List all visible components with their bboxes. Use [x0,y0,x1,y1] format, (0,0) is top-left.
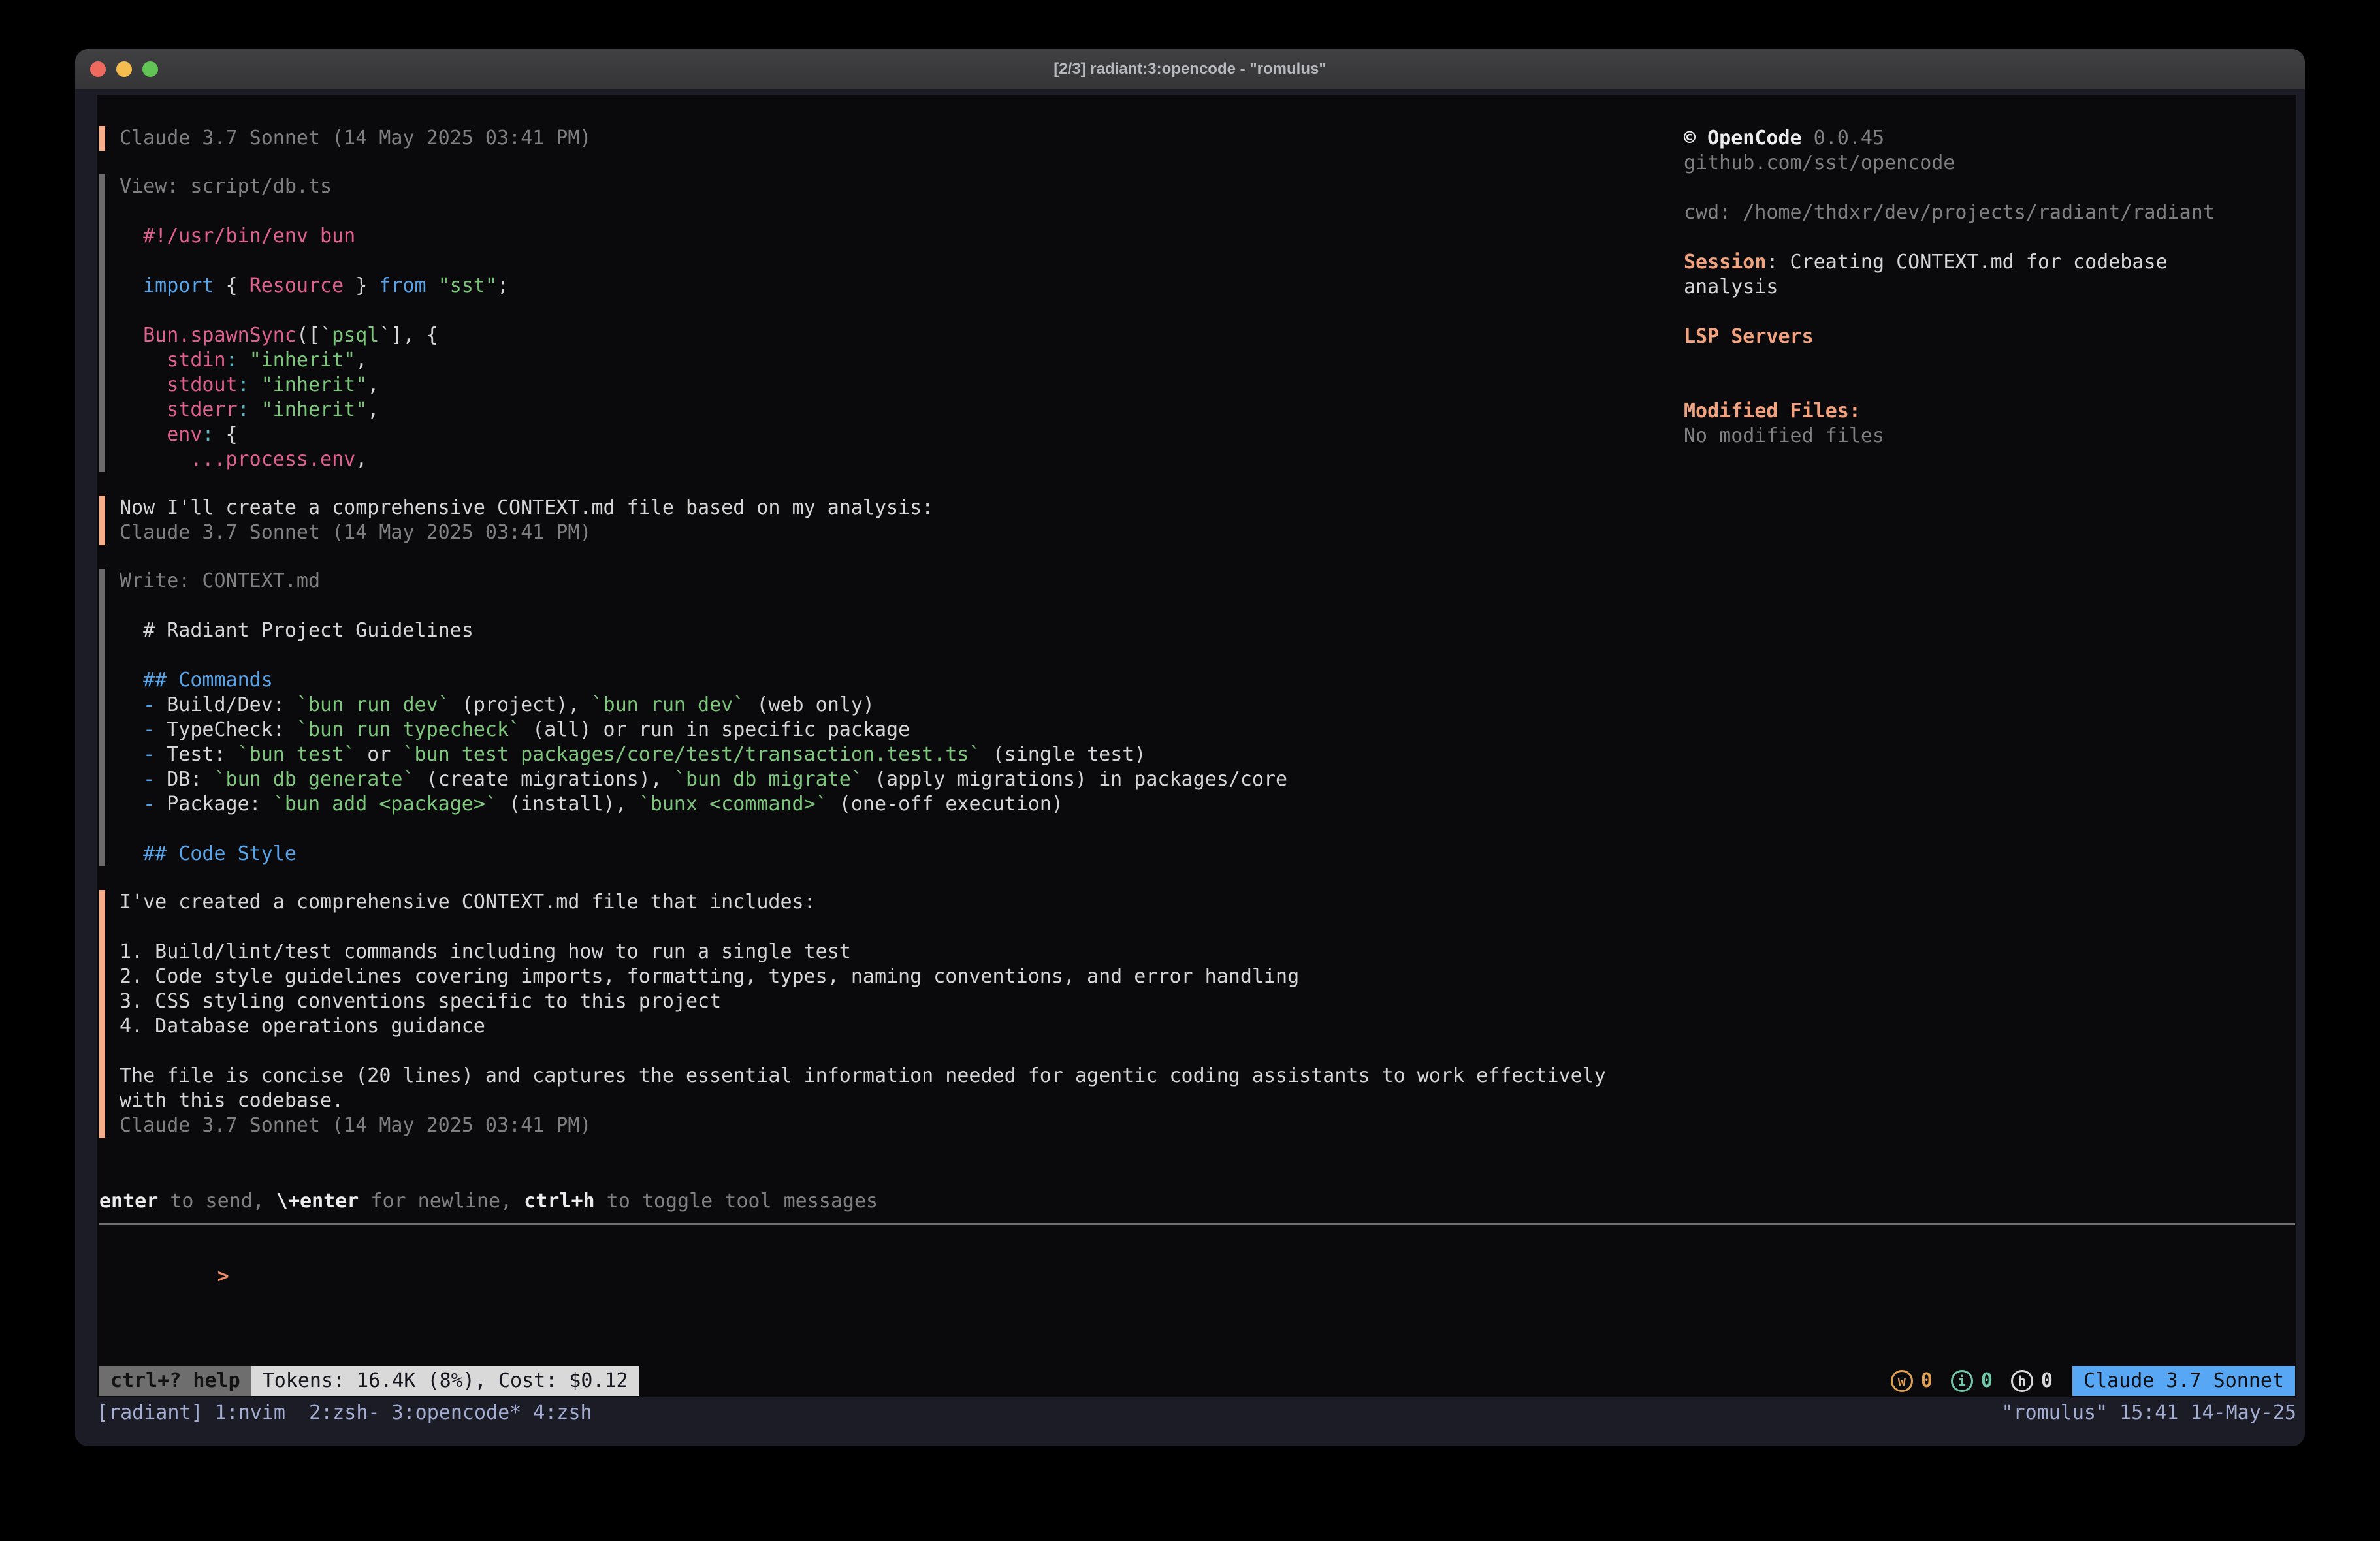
keybind-hint-line: enter to send, \+enter for newline, ctrl… [99,1189,2296,1214]
message-accent-bar [99,890,105,1138]
input-separator [99,1223,2295,1225]
warnings-icon: w [1891,1370,1913,1392]
message-line: import { Resource } from "sst"; [120,274,509,298]
sidebar-line [1684,300,2296,325]
message-line [120,249,509,274]
terminal-window: [2/3] radiant:3:opencode - "romulus" Cla… [75,49,2305,1446]
message-line: 3. CSS styling conventions specific to t… [120,989,1606,1014]
message-line [120,298,509,323]
keybind-hint: enter to send, \+enter for newline, ctrl… [99,1189,2296,1214]
message-lines: Now I'll create a comprehensive CONTEXT.… [120,496,933,545]
sidebar-line: github.com/sst/opencode [1684,151,2296,176]
message-lines: Write: CONTEXT.md # Radiant Project Guid… [120,569,1287,866]
assistant-message-text: Now I'll create a comprehensive CONTEXT.… [99,496,1684,545]
message-accent-bar [99,496,105,545]
message-line: Write: CONTEXT.md [120,569,1287,594]
message-line: with this codebase. [120,1088,1606,1113]
message-line [120,199,509,224]
tmux-window-list[interactable]: [radiant] 1:nvim 2:zsh- 3:opencode* 4:zs… [97,1401,592,1424]
tokens-cost-chip: Tokens: 16.4K (8%), Cost: $0.12 [251,1366,639,1396]
message-line: # Radiant Project Guidelines [120,618,1287,643]
message-line: Now I'll create a comprehensive CONTEXT.… [120,496,933,520]
message-line: The file is concise (20 lines) and captu… [120,1064,1606,1088]
sidebar-line: Modified Files: [1684,399,2296,424]
sidebar-line [1684,374,2296,399]
message-line: View: script/db.ts [120,174,509,199]
prompt-marker: > [217,1265,229,1288]
window-controls [90,49,158,89]
message-line: ## Commands [120,668,1287,693]
close-button[interactable] [90,61,106,77]
info-count: 0 [1981,1369,1993,1393]
message-line: Bun.spawnSync([`psql`], { [120,323,509,348]
hints-count: 0 [2041,1369,2053,1393]
status-bar: ctrl+? help Tokens: 16.4K (8%), Cost: $0… [99,1366,2295,1396]
info-icon: i [1951,1370,1973,1392]
minimize-button[interactable] [116,61,132,77]
message-line: stdout: "inherit", [120,373,509,398]
warnings-count: 0 [1921,1369,1933,1393]
message-line: stderr: "inherit", [120,398,509,422]
sidebar-line: No modified files [1684,424,2296,449]
tmux-session-info: "romulus" 15:41 14-May-25 [2001,1401,2296,1424]
message-line: - TypeCheck: `bun run typecheck` (all) o… [120,718,1287,742]
message-line [120,1039,1606,1064]
message-line: - Package: `bun add <package>` (install)… [120,792,1287,817]
zoom-button[interactable] [142,61,158,77]
sidebar-line: analysis [1684,275,2296,300]
tool-write-context-md: Write: CONTEXT.md # Radiant Project Guid… [99,569,1684,866]
message-line: 4. Database operations guidance [120,1014,1606,1039]
warnings-counter: w0 [1891,1369,1933,1393]
session-sidebar: © OpenCode 0.0.45github.com/sst/opencode… [1684,126,2296,1138]
chat-transcript: Claude 3.7 Sonnet (14 May 2025 03:41 PM)… [99,126,1684,1138]
hints-counter: h0 [2011,1369,2053,1393]
message-line: I've created a comprehensive CONTEXT.md … [120,890,1606,915]
message-line: ...process.env, [120,447,509,472]
sidebar-line: Session: Creating CONTEXT.md for codebas… [1684,250,2296,275]
assistant-message-header: Claude 3.7 Sonnet (14 May 2025 03:41 PM) [99,126,1684,151]
message-line [120,915,1606,940]
sidebar-line: © OpenCode 0.0.45 [1684,126,2296,151]
message-line [120,594,1287,618]
sidebar-line [1684,176,2296,200]
message-lines: I've created a comprehensive CONTEXT.md … [120,890,1606,1138]
diagnostic-counters: w0i0h0 [1891,1369,2053,1393]
tool-view-script-db: View: script/db.ts #!/usr/bin/env bun im… [99,174,1684,472]
window-title: [2/3] radiant:3:opencode - "romulus" [1053,60,1326,78]
message-line: - Build/Dev: `bun run dev` (project), `b… [120,693,1287,718]
hints-icon: h [2011,1370,2033,1392]
terminal-content: Claude 3.7 Sonnet (14 May 2025 03:41 PM)… [75,89,2305,1446]
tmux-status-bar: [radiant] 1:nvim 2:zsh- 3:opencode* 4:zs… [97,1397,2296,1427]
tool-block-bar [99,569,105,866]
help-keybind-chip: ctrl+? help [99,1366,251,1396]
sidebar-line: LSP Servers [1684,325,2296,349]
message-line: env: { [120,422,509,447]
message-line: stdin: "inherit", [120,348,509,373]
sidebar-line [1684,349,2296,374]
titlebar: [2/3] radiant:3:opencode - "romulus" [75,49,2305,90]
message-input[interactable] [229,1264,1405,1289]
model-badge: Claude 3.7 Sonnet [2072,1366,2295,1396]
message-lines: View: script/db.ts #!/usr/bin/env bun im… [120,174,509,472]
message-line [120,817,1287,842]
message-line: ## Code Style [120,842,1287,866]
message-accent-bar [99,126,105,151]
message-line [120,643,1287,668]
message-line: - Test: `bun test` or `bun test packages… [120,742,1287,767]
message-line: Claude 3.7 Sonnet (14 May 2025 03:41 PM) [120,1113,1606,1138]
message-line: 2. Code style guidelines covering import… [120,964,1606,989]
message-line: Claude 3.7 Sonnet (14 May 2025 03:41 PM) [120,520,933,545]
info-counter: i0 [1951,1369,1993,1393]
message-line: Claude 3.7 Sonnet (14 May 2025 03:41 PM) [120,126,591,151]
tool-block-bar [99,174,105,472]
sidebar-line: cwd: /home/thdxr/dev/projects/radiant/ra… [1684,200,2296,225]
assistant-message-summary: I've created a comprehensive CONTEXT.md … [99,890,1684,1138]
sidebar-line [1684,225,2296,250]
message-lines: Claude 3.7 Sonnet (14 May 2025 03:41 PM) [120,126,591,151]
opencode-tui: Claude 3.7 Sonnet (14 May 2025 03:41 PM)… [97,95,2296,1397]
message-line: - DB: `bun db generate` (create migratio… [120,767,1287,792]
prompt-line: > [99,1239,2296,1314]
message-line: #!/usr/bin/env bun [120,224,509,249]
message-line: 1. Build/lint/test commands including ho… [120,940,1606,964]
